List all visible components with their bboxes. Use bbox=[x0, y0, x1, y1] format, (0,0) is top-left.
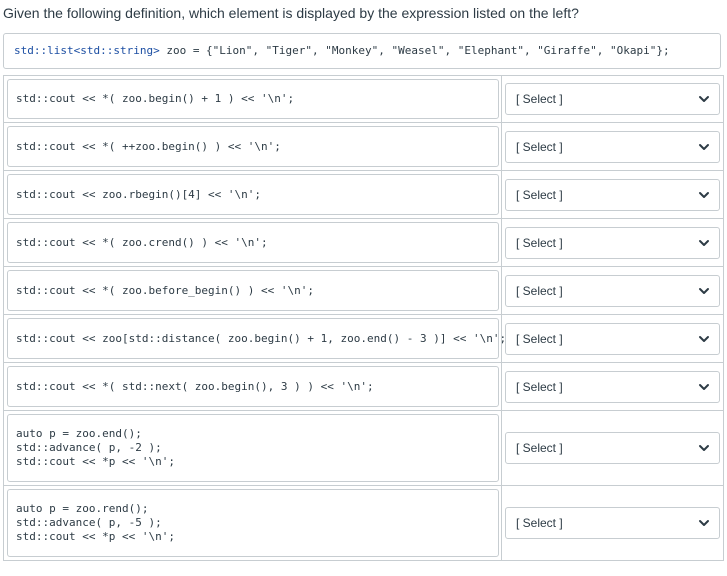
select-label: [ Select ] bbox=[516, 379, 563, 394]
question-row: std::cout << *( zoo.before_begin() ) << … bbox=[3, 267, 724, 315]
code-line: std::cout << zoo.rbegin()[4] << '\n'; bbox=[16, 187, 262, 201]
expression-code: std::cout << zoo.rbegin()[4] << '\n'; bbox=[7, 174, 499, 215]
chevron-down-icon bbox=[697, 92, 711, 106]
expression-code: auto p = zoo.end(); std::advance( p, -2 )… bbox=[7, 414, 499, 482]
expression-code: std::cout << *( ++zoo.begin() ) << '\n'; bbox=[7, 126, 499, 167]
answer-cell: [ Select ] bbox=[501, 123, 724, 171]
chevron-down-icon bbox=[697, 332, 711, 346]
answer-select[interactable]: [ Select ] bbox=[505, 432, 720, 464]
code-line: auto p = zoo.end(); bbox=[16, 427, 142, 440]
answer-select[interactable]: [ Select ] bbox=[505, 507, 720, 539]
question-row: std::cout << *( zoo.begin() + 1 ) << '\n… bbox=[3, 75, 724, 123]
answer-cell: [ Select ] bbox=[501, 411, 724, 486]
answer-select[interactable]: [ Select ] bbox=[505, 322, 720, 355]
answer-select[interactable]: [ Select ] bbox=[505, 130, 720, 163]
question-row: std::cout << zoo[std::distance( zoo.begi… bbox=[3, 315, 724, 363]
expression-cell: std::cout << *( std::next( zoo.begin(), … bbox=[3, 363, 501, 411]
definition-code: std::list<std::string> zoo = {"Lion", "T… bbox=[3, 33, 721, 69]
chevron-down-icon bbox=[697, 380, 711, 394]
answer-cell: [ Select ] bbox=[501, 267, 724, 315]
answer-cell: [ Select ] bbox=[501, 315, 724, 363]
answer-select[interactable]: [ Select ] bbox=[505, 83, 720, 115]
answer-cell: [ Select ] bbox=[501, 363, 724, 411]
expression-code: std::cout << zoo[std::distance( zoo.begi… bbox=[7, 318, 507, 359]
matching-table: std::cout << *( zoo.begin() + 1 ) << '\n… bbox=[3, 75, 724, 561]
code-line: std::cout << *( zoo.crend() ) << '\n'; bbox=[16, 235, 268, 249]
chevron-down-icon bbox=[697, 188, 711, 202]
expression-code: std::cout << *( zoo.before_begin() ) << … bbox=[7, 270, 499, 311]
select-label: [ Select ] bbox=[516, 139, 563, 154]
expression-cell: std::cout << *( zoo.before_begin() ) << … bbox=[3, 267, 501, 315]
code-line: std::cout << *p << '\n'; bbox=[16, 455, 175, 468]
definition-rest: zoo = {"Lion", "Tiger", "Monkey", "Wease… bbox=[159, 44, 670, 57]
expression-cell: std::cout << *( zoo.crend() ) << '\n'; bbox=[3, 219, 501, 267]
answer-select[interactable]: [ Select ] bbox=[505, 370, 720, 403]
select-label: [ Select ] bbox=[516, 331, 563, 346]
chevron-down-icon bbox=[697, 441, 711, 455]
question-text: Given the following definition, which el… bbox=[3, 5, 579, 21]
answer-cell: [ Select ] bbox=[501, 486, 724, 561]
select-label: [ Select ] bbox=[516, 441, 563, 455]
expression-cell: std::cout << zoo.rbegin()[4] << '\n'; bbox=[3, 171, 501, 219]
code-line: std::cout << *( std::next( zoo.begin(), … bbox=[16, 379, 374, 393]
select-label: [ Select ] bbox=[516, 92, 563, 106]
answer-select[interactable]: [ Select ] bbox=[505, 178, 720, 211]
code-line: std::advance( p, -2 ); bbox=[16, 441, 162, 454]
answer-select[interactable]: [ Select ] bbox=[505, 226, 720, 259]
answer-cell: [ Select ] bbox=[501, 171, 724, 219]
code-line: auto p = zoo.rend(); bbox=[16, 502, 149, 515]
code-line: std::cout << *( ++zoo.begin() ) << '\n'; bbox=[16, 139, 281, 153]
expression-cell: std::cout << zoo[std::distance( zoo.begi… bbox=[3, 315, 507, 363]
chevron-down-icon bbox=[697, 140, 711, 154]
answer-select[interactable]: [ Select ] bbox=[505, 274, 720, 307]
expression-code: std::cout << *( std::next( zoo.begin(), … bbox=[7, 366, 499, 407]
code-line: std::cout << *( zoo.begin() + 1 ) << '\n… bbox=[16, 92, 295, 105]
definition-type: std::list<std::string> bbox=[14, 44, 160, 57]
question-row: std::cout << *( zoo.crend() ) << '\n'; [ … bbox=[3, 219, 724, 267]
chevron-down-icon bbox=[697, 284, 711, 298]
code-line: std::cout << zoo[std::distance( zoo.begi… bbox=[16, 331, 507, 345]
select-label: [ Select ] bbox=[516, 235, 563, 250]
select-label: [ Select ] bbox=[516, 187, 563, 202]
expression-cell: std::cout << *( zoo.begin() + 1 ) << '\n… bbox=[3, 75, 501, 123]
answer-cell: [ Select ] bbox=[501, 75, 724, 123]
answer-cell: [ Select ] bbox=[501, 219, 724, 267]
question-row: std::cout << *( std::next( zoo.begin(), … bbox=[3, 363, 724, 411]
select-label: [ Select ] bbox=[516, 283, 563, 298]
expression-cell: auto p = zoo.rend(); std::advance( p, -5 … bbox=[3, 486, 501, 561]
expression-cell: std::cout << *( ++zoo.begin() ) << '\n'; bbox=[3, 123, 501, 171]
code-line: std::advance( p, -5 ); bbox=[16, 516, 162, 529]
expression-cell: auto p = zoo.end(); std::advance( p, -2 )… bbox=[3, 411, 501, 486]
chevron-down-icon bbox=[697, 516, 711, 530]
expression-code: std::cout << *( zoo.begin() + 1 ) << '\n… bbox=[7, 79, 499, 119]
question-row: auto p = zoo.rend(); std::advance( p, -5 … bbox=[3, 486, 724, 561]
select-label: [ Select ] bbox=[516, 516, 563, 530]
chevron-down-icon bbox=[697, 236, 711, 250]
question-row: std::cout << zoo.rbegin()[4] << '\n'; [ S… bbox=[3, 171, 724, 219]
question-row: auto p = zoo.end(); std::advance( p, -2 )… bbox=[3, 411, 724, 486]
expression-code: auto p = zoo.rend(); std::advance( p, -5 … bbox=[7, 489, 499, 557]
expression-code: std::cout << *( zoo.crend() ) << '\n'; bbox=[7, 222, 499, 263]
code-line: std::cout << *p << '\n'; bbox=[16, 530, 175, 543]
code-line: std::cout << *( zoo.before_begin() ) << … bbox=[16, 283, 315, 297]
question-row: std::cout << *( ++zoo.begin() ) << '\n';… bbox=[3, 123, 724, 171]
